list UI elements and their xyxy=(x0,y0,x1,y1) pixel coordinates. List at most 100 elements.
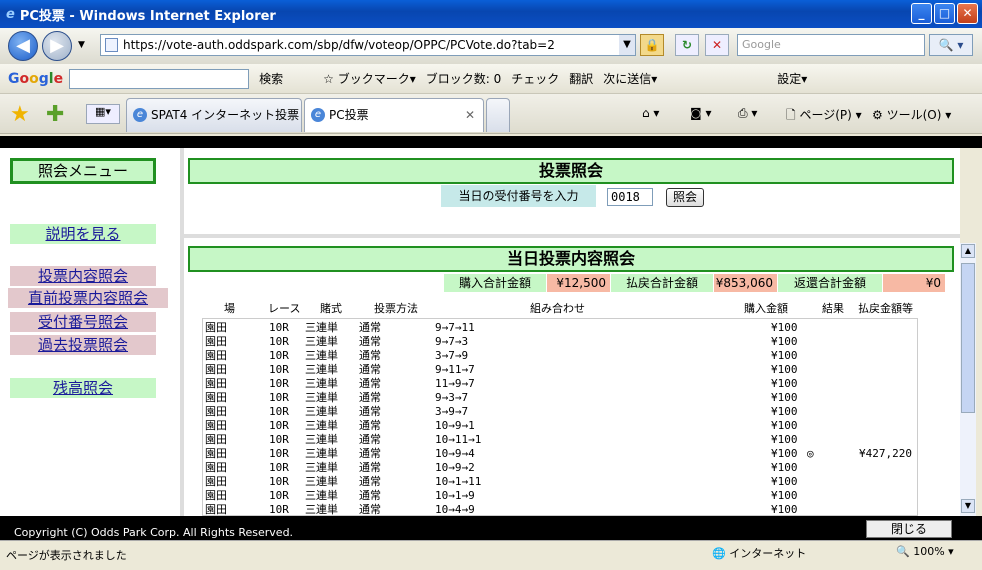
tools-menu[interactable]: ⚙ ツール(O) ▾ xyxy=(872,106,951,123)
table-cell: ¥100 xyxy=(771,447,798,460)
table-cell: ¥100 xyxy=(771,475,798,488)
table-row: 園田 10R 三連単 通常 3→9→7 ¥100 xyxy=(203,405,903,419)
vote-list[interactable]: 園田 10R 三連単 通常 9→7→11 ¥100 園田 10R 三連単 通常 9→7→3 ¥100 園… xyxy=(202,318,918,516)
zoom-level[interactable]: 🔍 100% ▾ xyxy=(896,545,954,558)
settings-button[interactable]: 設定▾ xyxy=(777,70,807,87)
table-cell: ¥427,220 xyxy=(859,447,912,460)
close-window-button[interactable]: ✕ xyxy=(957,3,978,24)
col-amount: 購入金額 xyxy=(744,302,788,315)
table-cell: 通常 xyxy=(359,433,381,446)
maximize-button[interactable]: □ xyxy=(934,3,955,24)
page-scroll-up-icon[interactable]: ▲ xyxy=(961,244,975,258)
spell-check-button[interactable]: チェック xyxy=(511,70,559,87)
table-cell: 10R xyxy=(269,475,289,488)
table-cell: 三連単 xyxy=(305,363,338,376)
table-cell: 10R xyxy=(269,447,289,460)
table-cell: 三連単 xyxy=(305,377,338,390)
history-dropdown-icon[interactable]: ▼ xyxy=(78,40,85,50)
quick-tabs-icon[interactable]: ▦▾ xyxy=(86,104,120,124)
recent-inquiry-link[interactable]: 直前投票内容照会 xyxy=(8,288,168,308)
translate-button[interactable]: 翻訳 xyxy=(569,70,593,87)
status-bar: ページが表示されました 🌐 インターネット 🔍 100% ▾ xyxy=(0,540,982,570)
google-search-input[interactable] xyxy=(69,68,250,89)
tab-pc-vote[interactable]: e PC投票 ✕ xyxy=(304,98,484,132)
stop-button[interactable]: ✕ xyxy=(705,34,729,56)
table-cell: 園田 xyxy=(205,349,227,362)
col-method: 投票方法 xyxy=(374,302,418,315)
table-cell: 11→9→7 xyxy=(435,377,475,390)
inquiry-title: 投票照会 xyxy=(188,158,954,184)
lock-icon[interactable]: 🔒 xyxy=(640,34,664,56)
google-logo: Google xyxy=(8,70,64,87)
table-cell: 園田 xyxy=(205,461,227,474)
search-button[interactable]: 🔍 ▾ xyxy=(929,34,973,56)
add-favorite-icon[interactable]: ✚ xyxy=(46,102,64,127)
print-icon[interactable]: ⎙ ▾ xyxy=(738,106,757,121)
table-cell: 園田 xyxy=(205,335,227,348)
close-button[interactable]: 閉じる xyxy=(866,520,952,538)
refresh-button[interactable]: ↻ xyxy=(675,34,699,56)
page-menu[interactable]: 🗋 ページ(P) ▾ xyxy=(786,106,862,127)
receipt-inquiry-link[interactable]: 受付番号照会 xyxy=(10,312,156,332)
table-row: 園田 10R 三連単 通常 10→1→9 ¥100 xyxy=(203,489,903,503)
table-cell: 10→4→9 xyxy=(435,503,475,516)
table-cell: 三連単 xyxy=(305,391,338,404)
close-tab-icon[interactable]: ✕ xyxy=(465,99,475,131)
new-tab-button[interactable] xyxy=(486,98,510,132)
send-to-button[interactable]: 次に送信▾ xyxy=(603,70,657,87)
table-cell: 9→7→11 xyxy=(435,321,475,334)
header-strip xyxy=(0,136,982,148)
tab-spat4[interactable]: e SPAT4 インターネット投票 xyxy=(126,98,302,132)
table-cell: 通常 xyxy=(359,405,381,418)
help-link[interactable]: 説明を見る xyxy=(10,224,156,244)
table-cell: ¥100 xyxy=(771,433,798,446)
url-dropdown-icon[interactable]: ▼ xyxy=(619,35,635,55)
footer: Copyright (C) Odds Park Corp. All Rights… xyxy=(0,516,982,540)
page-scroll-thumb[interactable] xyxy=(961,263,975,413)
table-row: 園田 10R 三連単 通常 10→9→4 ¥100 ◎ ¥427,220 xyxy=(203,447,912,461)
google-search-button[interactable]: 検索 xyxy=(259,70,283,87)
table-cell: ¥100 xyxy=(771,321,798,334)
status-text: ページが表示されました xyxy=(6,549,127,562)
page-scrollbar[interactable]: ▲ ▼ xyxy=(960,243,976,516)
home-icon[interactable]: ⌂ ▾ xyxy=(642,106,659,120)
search-input[interactable]: Google xyxy=(737,34,925,56)
today-votes-pane: 当日投票内容照会 購入合計金額 ¥12,500 払戻合計金額 ¥853,060 … xyxy=(184,242,960,516)
page-scroll-down-icon[interactable]: ▼ xyxy=(961,499,975,513)
table-cell: 10R xyxy=(269,391,289,404)
table-cell: 10R xyxy=(269,503,289,516)
table-cell: 10→9→1 xyxy=(435,419,475,432)
table-cell: 園田 xyxy=(205,475,227,488)
table-cell: ¥100 xyxy=(771,503,798,516)
favorites-star-icon[interactable]: ★ xyxy=(10,102,30,127)
table-row: 園田 10R 三連単 通常 10→9→1 ¥100 xyxy=(203,419,903,433)
payout-total-value: ¥853,060 xyxy=(714,274,777,292)
table-cell: 10→1→11 xyxy=(435,475,482,488)
table-cell: 10R xyxy=(269,461,289,474)
forward-button[interactable]: ▶ xyxy=(42,31,72,61)
vote-inquiry-link[interactable]: 投票内容照会 xyxy=(10,266,156,286)
balance-link[interactable]: 残高照会 xyxy=(10,378,156,398)
table-cell: 10→1→9 xyxy=(435,489,475,502)
table-cell: 通常 xyxy=(359,363,381,376)
table-cell: 園田 xyxy=(205,503,227,516)
table-cell: 園田 xyxy=(205,377,227,390)
block-count[interactable]: ブロック数: 0 xyxy=(426,70,502,87)
bookmark-button[interactable]: ☆ ブックマーク▾ xyxy=(323,70,416,87)
table-cell: 園田 xyxy=(205,489,227,502)
url-input[interactable]: https://vote-auth.oddspark.com/sbp/dfw/v… xyxy=(100,34,636,56)
internet-zone[interactable]: 🌐 インターネット xyxy=(712,545,806,561)
table-cell: ¥100 xyxy=(771,391,798,404)
col-venue: 場 xyxy=(224,302,235,315)
minimize-button[interactable]: _ xyxy=(911,3,932,24)
window-titlebar: e PC投票 - Windows Internet Explorer _ □ ✕ xyxy=(0,0,982,28)
table-cell: 園田 xyxy=(205,391,227,404)
past-inquiry-link[interactable]: 過去投票照会 xyxy=(10,335,156,355)
inquiry-button[interactable]: 照会 xyxy=(666,188,704,207)
table-cell: 9→3→7 xyxy=(435,391,469,404)
refund-total-label: 返還合計金額 xyxy=(778,274,882,292)
table-cell: 通常 xyxy=(359,377,381,390)
feeds-icon[interactable]: ◙ ▾ xyxy=(690,106,711,120)
receipt-number-input[interactable]: 0018 xyxy=(607,188,653,206)
back-button[interactable]: ◀ xyxy=(8,31,38,61)
